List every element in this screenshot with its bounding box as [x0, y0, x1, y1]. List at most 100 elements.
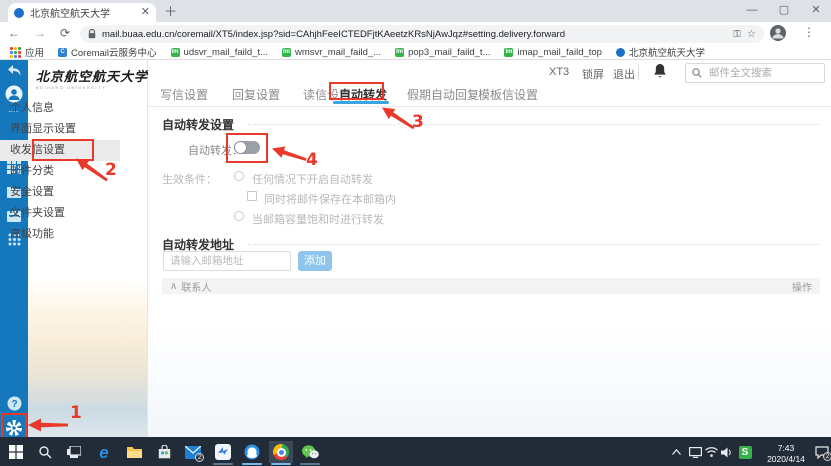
browser-menu-icon[interactable]: ⋮	[803, 25, 815, 39]
monitor-favicon: lm	[171, 48, 180, 57]
microsoft-store-icon[interactable]	[152, 441, 176, 463]
section-divider	[248, 124, 820, 125]
option-when-full-label: 当邮箱容量饱和时进行转发	[252, 211, 384, 227]
tab-title: 北京航空航天大学	[30, 5, 137, 20]
screen: 北京航空航天大学 ✕ ＋ — ▢ ✕ ← → ⟳ mail.buaa.edu.c…	[0, 0, 831, 466]
monitor-favicon: lm	[282, 48, 291, 57]
mail-search-box[interactable]	[685, 63, 825, 83]
action-center-badge: 2	[823, 452, 831, 461]
speaker-icon[interactable]	[718, 441, 736, 463]
bookmark-coremail[interactable]: C Coremail云服务中心	[58, 45, 157, 59]
tray-time: 7:43	[760, 443, 812, 454]
buaa-favicon	[616, 48, 625, 57]
annotation-box-toggle	[226, 133, 268, 163]
mail-logo: 北京航空航天大学 BEIHANG UNIVERSITY	[36, 66, 148, 90]
bookmark-star-icon[interactable]: ☆	[747, 29, 756, 40]
bookmark-apps[interactable]: 应用	[10, 45, 44, 59]
logo-subtitle: BEIHANG UNIVERSITY	[36, 85, 148, 90]
radio-when-full[interactable]	[234, 211, 244, 221]
url-text: mail.buaa.edu.cn/coremail/XT5/index.jsp?…	[102, 29, 727, 40]
chrome-icon[interactable]	[269, 441, 293, 463]
sidebar-item-folder-settings[interactable]: 文件夹设置	[0, 203, 120, 224]
quark-browser-icon[interactable]	[240, 441, 264, 463]
active-tab-underline	[333, 101, 389, 104]
bookmarks-bar: 应用 C Coremail云服务中心 lm udsvr_mail_faild_t…	[0, 45, 831, 60]
sidebar-item-personal-info[interactable]: 个人信息	[0, 98, 120, 119]
reload-icon[interactable]: ⟳	[60, 26, 70, 40]
checkbox-keep-copy[interactable]	[247, 191, 257, 201]
bookmark-pop3[interactable]: lm pop3_mail_faild_t...	[395, 47, 490, 58]
password-key-icon[interactable]: ⚿	[733, 29, 741, 40]
sort-asc-icon[interactable]: ∧	[170, 281, 177, 292]
settings-main-area	[148, 60, 831, 437]
window-close-button[interactable]: ✕	[804, 0, 828, 20]
mail-app-icon[interactable]: 2	[181, 441, 205, 463]
file-explorer-icon[interactable]	[122, 441, 146, 463]
back-arrow-icon[interactable]	[0, 64, 28, 82]
action-center-icon[interactable]: 2	[810, 441, 831, 463]
section-auto-forward-settings-title: 自动转发设置	[162, 116, 234, 133]
back-icon[interactable]: ←	[8, 26, 20, 40]
monitor-favicon: lm	[504, 48, 513, 57]
start-button[interactable]	[4, 441, 28, 463]
mail-search-input[interactable]	[707, 66, 817, 80]
ime-indicator-icon[interactable]: S	[736, 441, 754, 463]
lock-screen-link[interactable]: 锁屏	[582, 66, 604, 82]
svg-text:?: ?	[11, 399, 17, 410]
section-divider	[248, 244, 820, 245]
action-column-header: 操作	[792, 279, 812, 294]
annotation-box-tab	[329, 82, 384, 100]
annotation-number-3: 3	[412, 112, 424, 132]
taskbar-search-icon[interactable]	[33, 441, 57, 463]
version-label: XT3	[549, 66, 569, 78]
radio-any-condition[interactable]	[234, 171, 244, 181]
bookmark-buaa[interactable]: 北京航空航天大学	[616, 45, 705, 59]
tray-date: 2020/4/14	[760, 454, 812, 465]
search-icon	[692, 68, 702, 78]
running-indicator	[242, 463, 262, 465]
running-indicator	[300, 463, 320, 465]
running-indicator	[271, 463, 291, 465]
new-tab-button[interactable]: ＋	[164, 5, 177, 18]
browser-tab[interactable]: 北京航空航天大学 ✕	[8, 3, 156, 22]
annotation-number-4: 4	[306, 150, 318, 170]
window-maximize-button[interactable]: ▢	[772, 0, 796, 20]
bookmark-wmsvr[interactable]: lm wmsvr_mail_faild_...	[282, 47, 381, 58]
sidebar-item-advanced-features[interactable]: 高级功能	[0, 224, 120, 245]
profile-avatar[interactable]	[770, 25, 786, 46]
topbar-divider	[638, 64, 639, 80]
coremail-favicon: C	[58, 48, 67, 57]
task-view-icon[interactable]	[62, 441, 86, 463]
tab-reply-settings[interactable]: 回复设置	[232, 86, 280, 108]
tray-expand-chevron[interactable]	[668, 441, 684, 463]
notification-bell-icon[interactable]	[653, 63, 667, 84]
running-indicator	[213, 463, 233, 465]
logout-link[interactable]: 退出	[613, 66, 635, 82]
wechat-icon[interactable]	[298, 441, 322, 463]
add-address-button[interactable]: 添加	[298, 251, 332, 271]
sidebar-item-display-settings[interactable]: 界面显示设置	[0, 119, 120, 140]
edge-icon[interactable]: e	[92, 441, 116, 463]
thunder-app-icon[interactable]	[211, 441, 235, 463]
forward-address-input[interactable]	[163, 251, 291, 271]
forward-icon[interactable]: →	[34, 26, 46, 40]
address-table-header: ∧ 联系人 操作	[162, 278, 820, 294]
clock[interactable]: 7:43 2020/4/14	[760, 443, 812, 464]
contact-column-header: 联系人	[181, 279, 211, 294]
option-any-condition-label: 任何情况下开启自动转发	[252, 171, 373, 187]
annotation-number-1: 1	[70, 403, 82, 423]
tab-compose-settings[interactable]: 写信设置	[160, 86, 208, 108]
bookmark-imap[interactable]: lm imap_mail_faild_top	[504, 47, 602, 58]
tab-close-icon[interactable]: ✕	[137, 7, 150, 18]
window-minimize-button[interactable]: —	[740, 0, 764, 20]
tab-vacation-auto-reply[interactable]: 假期自动回复	[407, 86, 479, 108]
site-favicon	[14, 8, 24, 18]
logo-title: 北京航空航天大学	[36, 66, 148, 85]
url-field[interactable]: mail.buaa.edu.cn/coremail/XT5/index.jsp?…	[80, 25, 764, 43]
tab-template-settings[interactable]: 模板信设置	[478, 86, 538, 108]
bookmark-udsvr[interactable]: lm udsvr_mail_faild_t...	[171, 47, 268, 58]
annotation-box-gear	[1, 413, 27, 440]
mail-unread-badge: 2	[195, 453, 204, 462]
annotation-number-2: 2	[105, 160, 117, 180]
monitor-favicon: lm	[395, 48, 404, 57]
